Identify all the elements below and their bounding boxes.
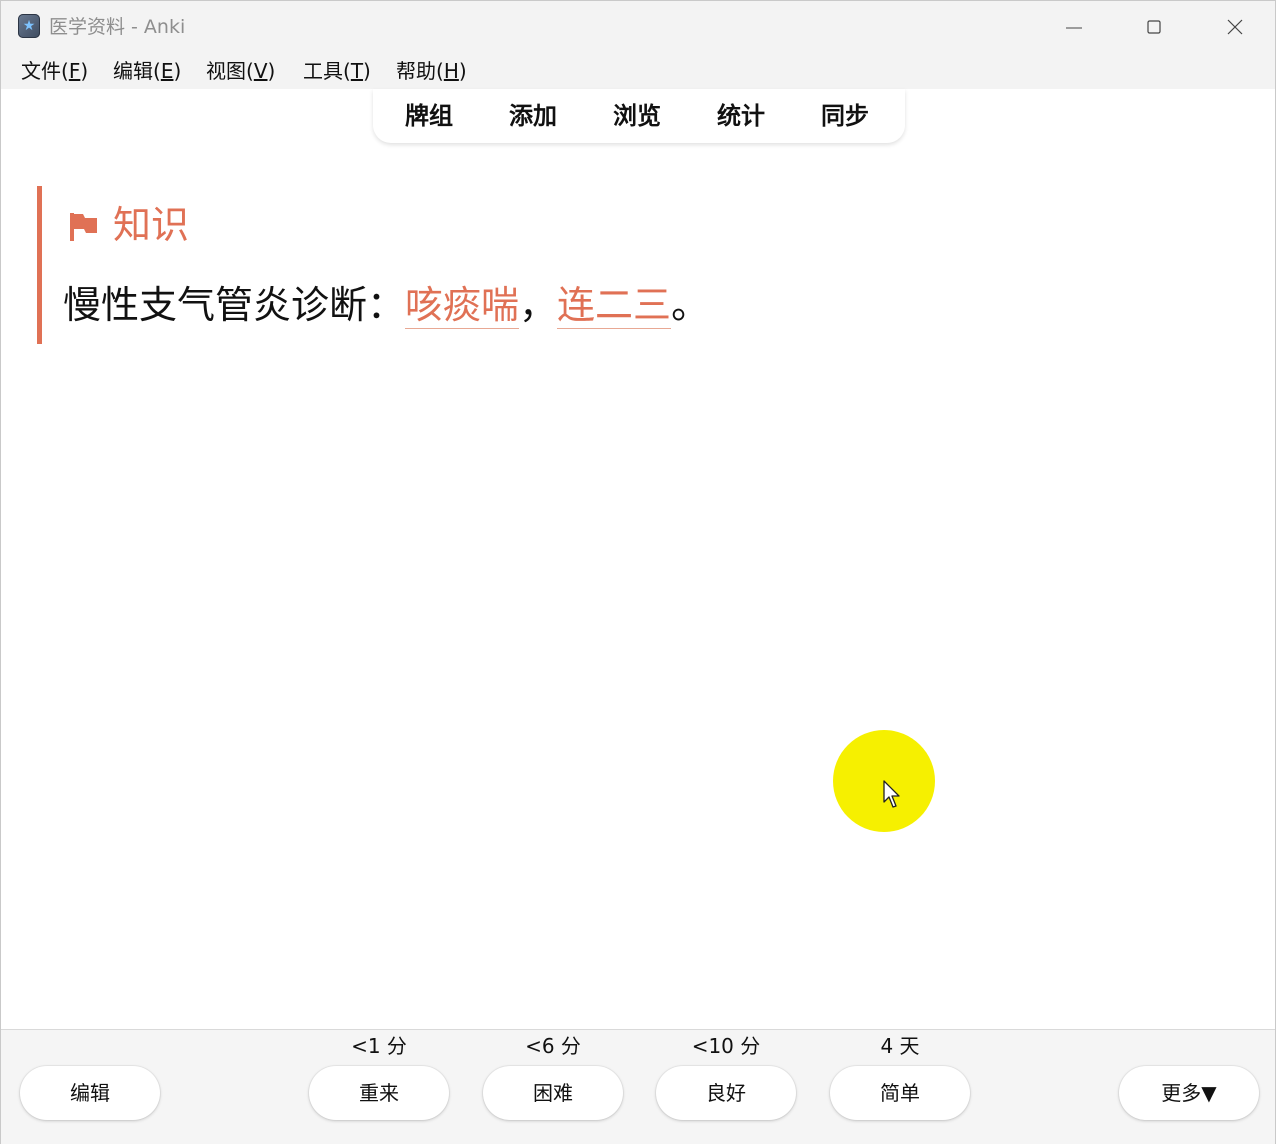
minimize-icon — [1066, 27, 1082, 29]
card-accent-bar — [37, 186, 42, 344]
main-toolbar: 牌组 添加 浏览 统计 同步 — [373, 89, 905, 143]
menu-help-accel: H — [443, 59, 459, 83]
mouse-pointer-icon — [883, 780, 900, 808]
menu-tools-label: 工具( — [303, 59, 351, 83]
card-text-separator: ， — [519, 283, 558, 327]
menu-help[interactable]: 帮助(H) — [396, 58, 467, 84]
easy-button[interactable]: 简单 — [830, 1066, 970, 1120]
more-button[interactable]: 更多▼ — [1119, 1066, 1259, 1120]
menu-bar: 文件(F) 编辑(E) 视图(V) 工具(T) 帮助(H) — [1, 53, 1275, 89]
menu-file-label: 文件( — [21, 59, 69, 83]
menu-view[interactable]: 视图(V) — [206, 58, 275, 84]
menu-tools[interactable]: 工具(T) — [303, 58, 371, 84]
cloze-answer-2: 连二三 — [557, 283, 672, 329]
menu-view-accel: V — [253, 59, 268, 83]
menu-tools-accel: T — [350, 59, 364, 83]
title-bar: ★ 医学资料 - Anki — [1, 1, 1275, 53]
menu-file[interactable]: 文件(F) — [21, 58, 88, 84]
card-text-prefix: 慢性支气管炎诊断： — [63, 283, 406, 327]
menu-view-close: ) — [267, 59, 276, 83]
card-text-suffix: 。 — [671, 283, 710, 327]
minimize-button[interactable] — [1051, 9, 1097, 45]
star-icon: ★ — [22, 18, 36, 34]
review-bottom-bar: 编辑 <1 分 重来 <6 分 困难 <10 分 良好 4 天 简单 更多▼ — [1, 1029, 1275, 1144]
toolbar-sync-button[interactable]: 同步 — [821, 101, 869, 131]
maximize-icon — [1147, 20, 1161, 34]
good-interval: <10 分 — [691, 1034, 761, 1058]
menu-help-close: ) — [458, 59, 467, 83]
anki-window: ★ 医学资料 - Anki 文件(F) 编辑(E) 视图(V) 工具(T) 帮助… — [0, 0, 1276, 1144]
window-title: 医学资料 - Anki — [49, 16, 186, 38]
hard-button[interactable]: 困难 — [483, 1066, 623, 1120]
flag-icon — [70, 213, 97, 241]
easy-interval: 4 天 — [880, 1034, 920, 1058]
menu-edit-close: ) — [173, 59, 182, 83]
card-heading: 知识 — [113, 203, 190, 247]
edit-button[interactable]: 编辑 — [20, 1066, 160, 1120]
hard-interval: <6 分 — [525, 1034, 581, 1058]
menu-edit[interactable]: 编辑(E) — [113, 58, 181, 84]
toolbar-decks-button[interactable]: 牌组 — [405, 101, 453, 131]
menu-view-label: 视图( — [206, 59, 254, 83]
card-text: 慢性支气管炎诊断：咳痰喘，连二三。 — [63, 279, 709, 331]
menu-file-accel: F — [68, 59, 81, 83]
cloze-answer-1: 咳痰喘 — [405, 283, 520, 329]
toolbar-stats-button[interactable]: 统计 — [717, 101, 765, 131]
close-button[interactable] — [1212, 9, 1258, 45]
menu-edit-label: 编辑( — [113, 59, 161, 83]
maximize-button[interactable] — [1131, 9, 1177, 45]
close-icon — [1227, 19, 1243, 35]
again-button[interactable]: 重来 — [309, 1066, 449, 1120]
menu-tools-close: ) — [363, 59, 371, 83]
good-button[interactable]: 良好 — [656, 1066, 796, 1120]
anki-app-icon: ★ — [18, 14, 40, 38]
toolbar-browse-button[interactable]: 浏览 — [613, 101, 661, 131]
menu-file-close: ) — [80, 59, 89, 83]
menu-edit-accel: E — [160, 59, 174, 83]
again-interval: <1 分 — [351, 1034, 407, 1058]
toolbar-add-button[interactable]: 添加 — [509, 101, 557, 131]
menu-help-label: 帮助( — [396, 59, 444, 83]
